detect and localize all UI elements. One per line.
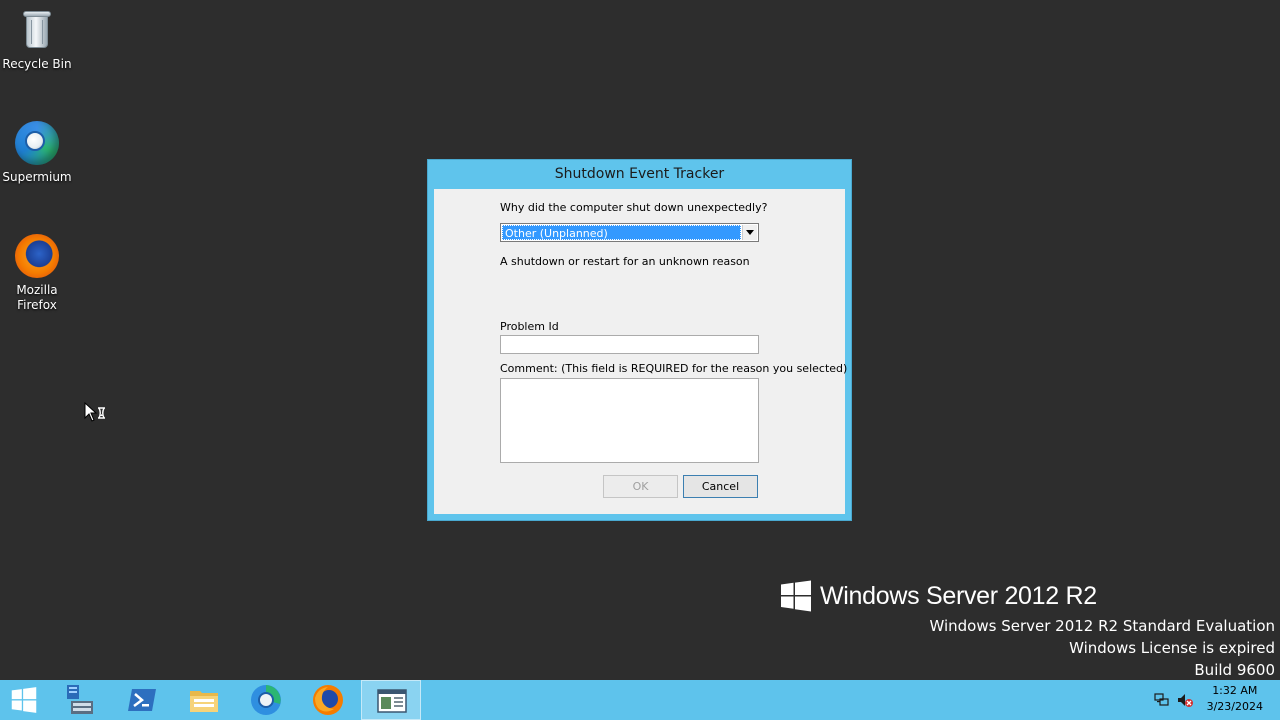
shutdown-reason-select[interactable]: Other (Unplanned): [500, 223, 759, 242]
ok-button[interactable]: OK: [603, 475, 678, 498]
brand-text: Windows Server 2012 R2: [820, 581, 1097, 610]
desktop-icon-firefox[interactable]: Mozilla Firefox: [0, 232, 74, 313]
desktop-icon-supermium[interactable]: Supermium: [0, 119, 74, 185]
powershell-icon: [128, 689, 156, 711]
server-manager-icon: [67, 685, 93, 714]
clock-time: 1:32 AM: [1212, 684, 1258, 697]
selected-reason: Other (Unplanned): [502, 225, 741, 240]
taskbar-supermium[interactable]: [236, 680, 296, 720]
reason-description: A shutdown or restart for an unknown rea…: [500, 255, 750, 268]
supermium-icon: [251, 685, 281, 715]
taskbar-clock[interactable]: 1:32 AM 3/23/2024: [1207, 683, 1263, 715]
shutdown-reason-question: Why did the computer shut down unexpecte…: [500, 201, 768, 214]
taskbar: 1:32 AM 3/23/2024: [0, 680, 1280, 720]
windows-brand: Windows Server 2012 R2: [780, 580, 1097, 612]
windows-logo-icon: [781, 580, 811, 612]
shutdown-event-tracker-dialog: Shutdown Event Tracker Why did the compu…: [427, 159, 852, 521]
taskbar-server-manager[interactable]: [50, 680, 110, 720]
desktop-icon-recycle-bin[interactable]: Recycle Bin: [0, 6, 74, 72]
comment-label: Comment: (This field is REQUIRED for the…: [500, 362, 848, 375]
clock-date: 3/23/2024: [1206, 700, 1263, 713]
build-text: Build 9600: [1194, 661, 1275, 679]
problem-id-input[interactable]: [500, 335, 759, 354]
desktop-icon-label: Supermium: [2, 170, 72, 184]
license-watermark: Windows Server 2012 R2 Standard Evaluati…: [929, 615, 1275, 681]
volume-muted-icon[interactable]: [1177, 692, 1193, 708]
taskbar-powershell[interactable]: [112, 680, 172, 720]
taskbar-shutdown-event-tracker[interactable]: [361, 680, 421, 720]
taskbar-file-explorer[interactable]: [174, 680, 234, 720]
edition-text: Windows Server 2012 R2 Standard Evaluati…: [929, 617, 1275, 635]
system-tray: 1:32 AM 3/23/2024: [1140, 680, 1280, 720]
file-explorer-icon: [190, 691, 218, 712]
dialog-title: Shutdown Event Tracker: [554, 166, 725, 182]
problem-id-label: Problem Id: [500, 320, 559, 333]
comment-textarea[interactable]: [500, 378, 759, 463]
desktop-icon-label: Mozilla Firefox: [16, 283, 58, 312]
network-icon[interactable]: [1154, 692, 1170, 708]
chevron-down-icon[interactable]: [742, 225, 757, 240]
supermium-icon: [13, 119, 61, 167]
busy-cursor-icon: [84, 401, 108, 424]
firefox-icon: [13, 232, 61, 280]
taskbar-firefox[interactable]: [298, 680, 358, 720]
dialog-body: Why did the computer shut down unexpecte…: [434, 189, 848, 514]
recycle-bin-icon: [13, 6, 61, 54]
shutdown-event-tracker-icon: [377, 689, 407, 713]
start-icon: [11, 687, 37, 713]
cancel-button[interactable]: Cancel: [683, 475, 758, 498]
desktop-icon-label: Recycle Bin: [2, 57, 72, 71]
firefox-icon: [313, 685, 343, 715]
license-text: Windows License is expired: [1069, 639, 1275, 657]
